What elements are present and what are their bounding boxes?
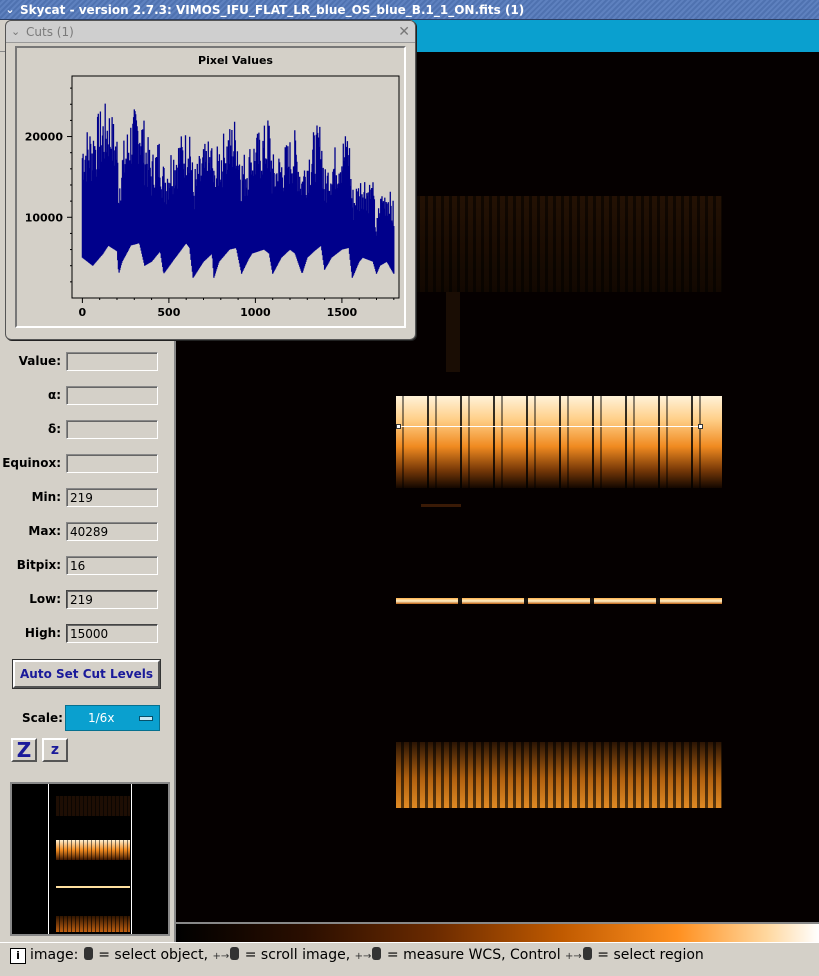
x-tick-label: 1000 (240, 306, 271, 319)
y-tick-label: 10000 (25, 211, 64, 224)
chevron-down-icon[interactable]: ⌄ (11, 21, 20, 43)
window-menu-icon[interactable]: ⌄ (3, 3, 17, 17)
min-field: 219 (66, 488, 158, 507)
drag-arrow-icon: +→ (565, 951, 582, 962)
status-bar: i image: = select object, +→ = scroll im… (0, 942, 819, 976)
delta-row: δ: (0, 420, 176, 440)
mouse-button-icon (83, 947, 93, 960)
cut-line-start-handle[interactable] (396, 424, 401, 429)
delta-field (66, 420, 158, 439)
window-title: Skycat - version 2.7.3: VIMOS_IFU_FLAT_L… (20, 3, 525, 17)
panner-view-frame[interactable] (48, 784, 132, 934)
toolbar-strip (412, 20, 819, 52)
auto-set-cut-levels-button[interactable]: Auto Set Cut Levels (12, 659, 161, 689)
menu-indicator-icon (139, 716, 153, 721)
max-field: 40289 (66, 522, 158, 541)
status-part: image: (30, 947, 79, 963)
mouse-button-icon (582, 947, 592, 960)
info-icon: i (10, 948, 26, 964)
max-row: Max: 40289 (0, 522, 176, 542)
equinox-row: Equinox: (0, 454, 176, 474)
bitpix-row: Bitpix: 16 (0, 556, 176, 576)
close-icon[interactable]: ✕ (398, 21, 410, 43)
alpha-field (66, 386, 158, 405)
status-part: = scroll image, (244, 947, 351, 963)
max-label: Max: (28, 524, 61, 538)
drag-arrow-icon: +→ (354, 951, 372, 962)
zoom-out-button[interactable]: z (42, 738, 68, 762)
x-tick-label: 0 (79, 306, 87, 319)
spectrum-band-bottom (396, 742, 722, 808)
alpha-label: α: (47, 388, 61, 402)
x-tick-label: 1500 (327, 306, 358, 319)
scale-menu[interactable]: 1/6x (65, 705, 160, 731)
status-part: = select object, (98, 947, 209, 963)
min-row: Min: 219 (0, 488, 176, 508)
pixel-values-graph[interactable]: Pixel Values 0 500 1000 1500 10000 20000 (15, 46, 406, 328)
high-cut-input[interactable]: 15000 (66, 624, 158, 643)
mouse-button-icon (230, 947, 240, 960)
status-text: image: = select object, +→ = scroll imag… (30, 947, 704, 963)
scale-value: 1/6x (88, 711, 115, 725)
cuts-dialog[interactable]: ⌄ Cuts (1) ✕ Pixel Values 0 500 1000 1500 100… (5, 20, 416, 340)
min-label: Min: (31, 490, 61, 504)
chart-title: Pixel Values (198, 54, 273, 67)
window-titlebar[interactable]: ⌄ Skycat - version 2.7.3: VIMOS_IFU_FLAT… (0, 0, 819, 20)
equinox-field (66, 454, 158, 473)
value-row: Value: (0, 352, 176, 372)
value-label: Value: (18, 354, 61, 368)
cut-line[interactable] (398, 426, 701, 427)
equinox-label: Equinox: (2, 456, 61, 470)
y-tick-label: 20000 (25, 131, 64, 144)
status-part: = select region (597, 947, 704, 963)
scale-label: Scale: (22, 711, 63, 725)
colorbar (176, 922, 819, 942)
spectrum-artifact (421, 504, 461, 507)
bitpix-label: Bitpix: (16, 558, 61, 572)
cuts-titlebar[interactable]: ⌄ Cuts (1) ✕ (6, 21, 415, 43)
low-label: Low: (29, 592, 61, 606)
bitpix-field: 16 (66, 556, 158, 575)
alpha-row: α: (0, 386, 176, 406)
status-part: = measure WCS, Control (386, 947, 561, 963)
spectrum-band-top (396, 196, 722, 292)
high-label: High: (24, 626, 61, 640)
mouse-button-icon (372, 947, 382, 960)
spectrum-band-thin (396, 598, 722, 604)
pixel-values-chart: Pixel Values 0 500 1000 1500 10000 20000 (25, 54, 400, 319)
cuts-title: Cuts (1) (26, 25, 74, 39)
panner-thumbnail[interactable] (10, 782, 170, 936)
spectrum-artifact (446, 292, 460, 372)
low-row: Low: 219 (0, 590, 176, 610)
zoom-in-button[interactable]: Z (11, 738, 37, 762)
cut-line-end-handle[interactable] (698, 424, 703, 429)
value-field (66, 352, 158, 371)
spectrum-band-bright (396, 396, 722, 488)
drag-arrow-icon: +→ (212, 951, 230, 962)
high-row: High: 15000 (0, 624, 176, 644)
low-cut-input[interactable]: 219 (66, 590, 158, 609)
x-tick-label: 500 (157, 306, 180, 319)
delta-label: δ: (47, 422, 61, 436)
